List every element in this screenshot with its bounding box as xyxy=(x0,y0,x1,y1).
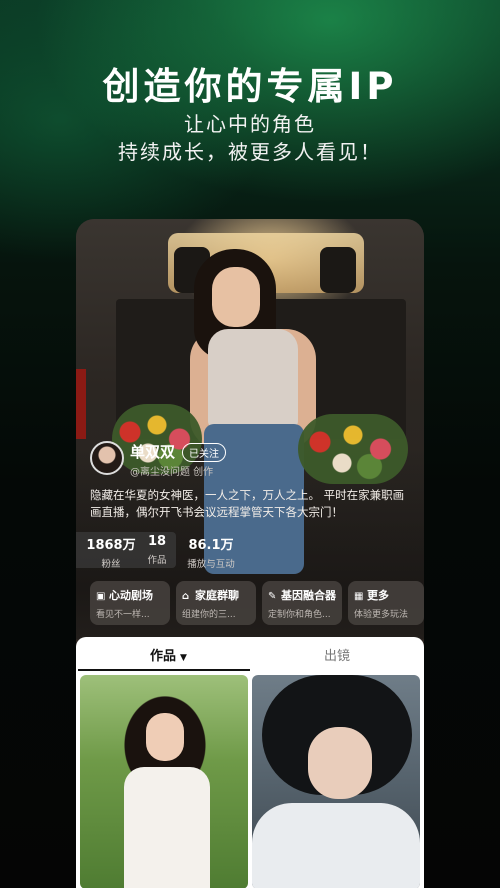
person-top xyxy=(208,329,298,429)
stat-fans[interactable]: 1868万 粉丝 xyxy=(84,534,138,570)
stat-plays[interactable]: 86.1万 播放与互动 xyxy=(184,534,238,570)
feature-desc: 看见不一样... xyxy=(96,610,150,620)
feature-gene-fusion[interactable]: ✎ 基因融合器 定制你和角色... xyxy=(262,581,342,625)
heart-book-icon: ▣ xyxy=(96,591,106,602)
stat-label: 粉丝 xyxy=(101,559,121,570)
thumbnail-pillow xyxy=(252,803,420,888)
work-thumbnail[interactable] xyxy=(80,675,248,888)
feature-desc: 体验更多玩法 xyxy=(354,610,409,620)
grid-more-icon: ▦ xyxy=(354,591,364,602)
feature-shortcuts: ▣ 心动剧场 看见不一样... ⌂ 家庭群聊 组建你的三... ✎ 基因融合器 定制你… xyxy=(82,581,424,627)
stat-value: 18 xyxy=(147,534,167,549)
feature-family-chat[interactable]: ⌂ 家庭群聊 组建你的三... xyxy=(176,581,256,625)
stat-value: 86.1万 xyxy=(188,538,234,553)
profile-cover-photo xyxy=(76,219,424,639)
profile-stats: 1868万 粉丝 18 作品 86.1万 播放与互动 xyxy=(76,532,424,572)
follow-button[interactable]: 已关注 xyxy=(182,443,226,462)
feature-desc: 组建你的三... xyxy=(182,610,236,620)
person-face xyxy=(212,267,260,327)
profile-name: 单双双 xyxy=(130,443,176,461)
work-thumbnail[interactable] xyxy=(252,675,420,888)
tail-light xyxy=(76,369,86,439)
feature-title: 更多 xyxy=(367,589,389,602)
home-chat-icon: ⌂ xyxy=(182,591,190,602)
profile-bio: 隐藏在华夏的女神医，一人之下，万人之上。 平时在家兼职画画直播，偶尔开飞书会议远… xyxy=(90,488,405,519)
promo-subline-2: 持续成长，被更多人看见！ xyxy=(118,140,382,164)
phone-screen: 单双双 已关注 @离尘没问题 创作 隐藏在华夏的女神医，一人之下，万人之上。 平… xyxy=(76,219,424,888)
avatar[interactable] xyxy=(90,441,124,475)
feature-title: 基因融合器 xyxy=(281,589,336,602)
caret-down-icon: ▼ xyxy=(180,653,187,663)
stat-label: 播放与互动 xyxy=(187,559,235,570)
car-seat xyxy=(320,247,356,293)
thumbnail-face xyxy=(146,713,184,761)
thumbnail-face xyxy=(308,727,372,799)
stat-label: 作品 xyxy=(147,555,167,566)
flower-bouquet xyxy=(298,414,408,484)
creator-credit[interactable]: @离尘没问题 创作 xyxy=(130,463,213,478)
stat-value: 1868万 xyxy=(86,538,136,553)
feature-more[interactable]: ▦ 更多 体验更多玩法 xyxy=(348,581,424,625)
feature-title: 家庭群聊 xyxy=(195,589,239,602)
feature-desc: 定制你和角色... xyxy=(268,610,331,620)
tab-works-label: 作品 xyxy=(150,649,177,664)
feature-title: 心动剧场 xyxy=(109,589,153,602)
content-tabs: 作品 ▼ 出镜 xyxy=(76,637,424,671)
dna-fusion-icon: ✎ xyxy=(268,591,277,602)
thumbnail-shirt xyxy=(124,767,210,888)
tab-cameo[interactable]: 出镜 xyxy=(324,645,350,664)
tab-works[interactable]: 作品 ▼ xyxy=(150,645,187,664)
feature-heart-theater[interactable]: ▣ 心动剧场 看见不一样... xyxy=(90,581,170,625)
works-grid xyxy=(76,671,424,888)
stat-works[interactable]: 18 作品 xyxy=(142,534,172,566)
promo-headline: 创造你的专属IP xyxy=(102,65,398,108)
promo-subline-1: 让心中的角色 xyxy=(184,112,316,136)
